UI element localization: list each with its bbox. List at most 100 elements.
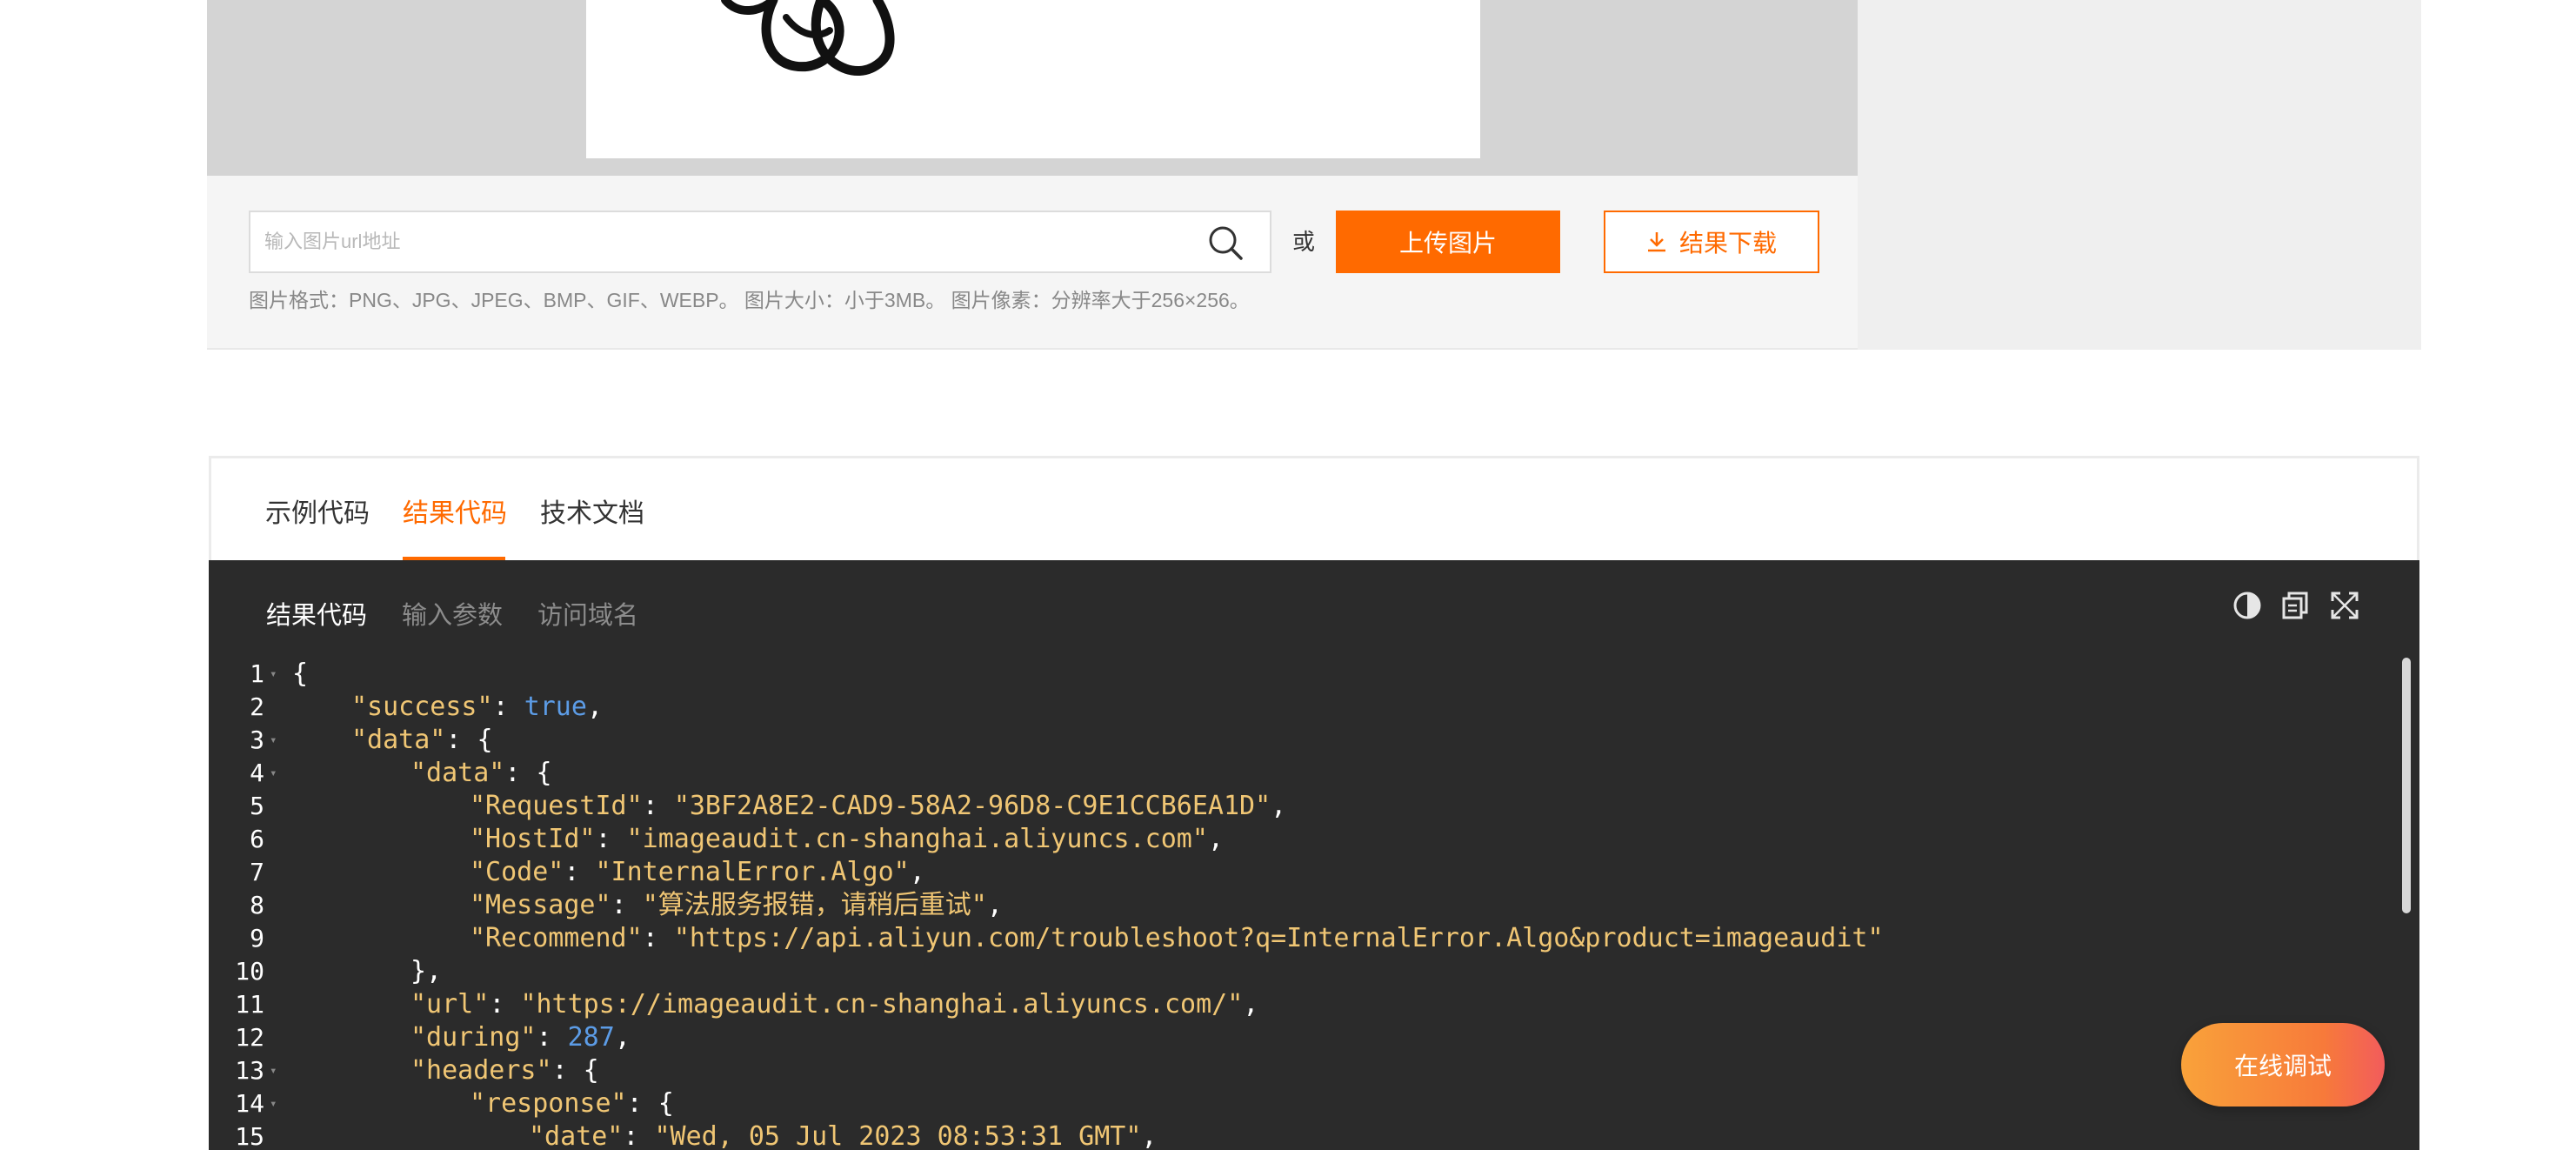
tab-result-code[interactable]: 结果代码 (403, 491, 507, 530)
url-input[interactable] (250, 212, 1198, 271)
fold-toggle-icon[interactable]: ▾ (270, 1087, 277, 1120)
code-text: "Code": "InternalError.Algo", (470, 856, 925, 889)
tab-tech-docs[interactable]: 技术文档 (540, 491, 644, 530)
online-debug-button[interactable]: 在线调试 (2181, 1023, 2385, 1107)
code-token: : { (551, 1055, 599, 1086)
code-token: : (564, 857, 596, 887)
code-token: "during" (410, 1022, 537, 1053)
sketch-drawing-image (721, 0, 895, 77)
code-token: "HostId" (470, 824, 596, 854)
code-editor[interactable]: 1 ▾{2 "success": true, 3 ▾ "data": {4 ▾ "data":… (209, 658, 2400, 1150)
code-line: 11 "url": "https://imageaudit.cn-shanghai… (209, 988, 2400, 1021)
fold-toggle-icon[interactable]: ▾ (270, 1054, 277, 1087)
fullscreen-icon[interactable] (2329, 590, 2360, 621)
tab-sample-code[interactable]: 示例代码 (265, 491, 370, 530)
code-token: "headers" (410, 1055, 552, 1086)
line-number: 14 (235, 1089, 264, 1118)
line-number: 1 (250, 659, 264, 688)
search-icon[interactable] (1207, 224, 1244, 261)
code-tab-input-params[interactable]: 输入参数 (402, 595, 503, 632)
code-token: : (623, 1121, 655, 1150)
line-number: 9 (250, 924, 264, 953)
line-number: 7 (250, 858, 264, 886)
code-text: "HostId": "imageaudit.cn-shanghai.aliyun… (470, 823, 1224, 856)
code-tab-access-domain[interactable]: 访问域名 (537, 595, 638, 632)
code-text: "during": 287, (410, 1021, 631, 1054)
code-line: 5 "RequestId": "3BF2A8E2-CAD9-58A2-96D8-C… (209, 790, 2400, 823)
code-text: "response": { (470, 1087, 674, 1120)
upload-side-area (1858, 0, 2421, 350)
line-number: 10 (235, 957, 264, 986)
code-token: }, (410, 956, 443, 986)
online-debug-button-label: 在线调试 (2233, 1053, 2332, 1080)
code-line: 10}, (209, 955, 2400, 988)
code-token: : { (445, 725, 493, 755)
code-token: : (536, 1022, 568, 1053)
code-text: "Recommend": "https://api.aliyun.com/tro… (470, 922, 1884, 955)
code-token: , (586, 692, 603, 722)
code-token: : (611, 890, 643, 920)
code-text: "date": "Wed, 05 Jul 2023 08:53:31 GMT", (529, 1120, 1157, 1150)
preview-image (586, 0, 1480, 158)
code-line: 1 ▾ { (209, 658, 2400, 691)
code-panel: 结果代码 输入参数 访问域名 1 ▾{2 "success": true, 3 ▾ "da… (209, 560, 2419, 1150)
fold-toggle-icon[interactable]: ▾ (270, 658, 277, 691)
code-token: "Wed, 05 Jul 2023 08:53:31 GMT" (654, 1121, 1142, 1150)
download-result-button[interactable]: 结果下载 (1604, 211, 1819, 273)
code-token: , (909, 857, 925, 887)
code-token: , (1207, 824, 1224, 854)
code-token: "url" (410, 989, 490, 1020)
upload-image-button-label: 上传图片 (1398, 230, 1497, 257)
code-token: : (489, 989, 521, 1020)
code-text: { (292, 658, 308, 691)
upload-image-button[interactable]: 上传图片 (1336, 211, 1560, 273)
code-line: 13 ▾ "headers": { (209, 1054, 2400, 1087)
fold-toggle-icon[interactable]: ▾ (270, 757, 277, 790)
line-number: 11 (235, 990, 264, 1019)
contrast-icon[interactable] (2232, 590, 2263, 621)
line-number: 2 (250, 692, 264, 721)
code-scrollbar[interactable] (2402, 658, 2411, 913)
code-token: : (492, 692, 524, 722)
code-text: "url": "https://imageaudit.cn-shanghai.a… (410, 988, 1258, 1021)
code-token: "3BF2A8E2-CAD9-58A2-96D8-C9E1CCB6EA1D" (673, 791, 1271, 821)
code-token: "InternalError.Algo" (595, 857, 910, 887)
code-token: , (614, 1022, 631, 1053)
line-number: 6 (250, 825, 264, 853)
code-text: "headers": { (410, 1054, 599, 1087)
code-line: 3 ▾ "data": { (209, 724, 2400, 757)
code-token: { (292, 659, 309, 689)
line-number: 4 (250, 759, 264, 787)
fold-toggle-icon[interactable]: ▾ (270, 724, 277, 757)
code-token: , (1243, 989, 1259, 1020)
code-token: "date" (529, 1121, 624, 1150)
code-token: , (1271, 791, 1287, 821)
code-token: : (642, 923, 674, 953)
code-token: "算法服务报错，请稍后重试" (642, 890, 987, 920)
line-number: 3 (250, 725, 264, 754)
code-token: : { (504, 758, 552, 788)
code-token: "https://imageaudit.cn-shanghai.aliyuncs… (520, 989, 1244, 1020)
code-token: "imageaudit.cn-shanghai.aliyuncs.com" (626, 824, 1208, 854)
code-token: true (524, 692, 587, 722)
url-input-field[interactable] (249, 211, 1271, 273)
code-token: 287 (567, 1022, 615, 1053)
code-line: 12 "during": 287, (209, 1021, 2400, 1054)
download-icon (1647, 232, 1665, 252)
upload-panel: 或 上传图片 结果下载 图片格式：PNG、JPG、JPEG、BMP、GIF、WE… (207, 0, 2421, 350)
copy-icon[interactable] (2280, 590, 2312, 621)
code-token: "success" (351, 692, 493, 722)
code-line: 6 "HostId": "imageaudit.cn-shanghai.aliyu… (209, 823, 2400, 856)
code-token: : (642, 791, 674, 821)
code-text: "Message": "算法服务报错，请稍后重试", (470, 889, 1003, 922)
code-text: "success": true, (351, 691, 603, 724)
code-token: , (1141, 1121, 1158, 1150)
line-number: 13 (235, 1056, 264, 1085)
code-text: "data": { (410, 757, 552, 790)
line-number: 8 (250, 891, 264, 919)
code-tab-result[interactable]: 结果代码 (266, 595, 367, 632)
code-token: "Recommend" (470, 923, 643, 953)
or-label: 或 (1292, 229, 1316, 255)
main-tabs-bar: 示例代码 结果代码 技术文档 (209, 456, 2419, 560)
line-number: 5 (250, 792, 264, 820)
